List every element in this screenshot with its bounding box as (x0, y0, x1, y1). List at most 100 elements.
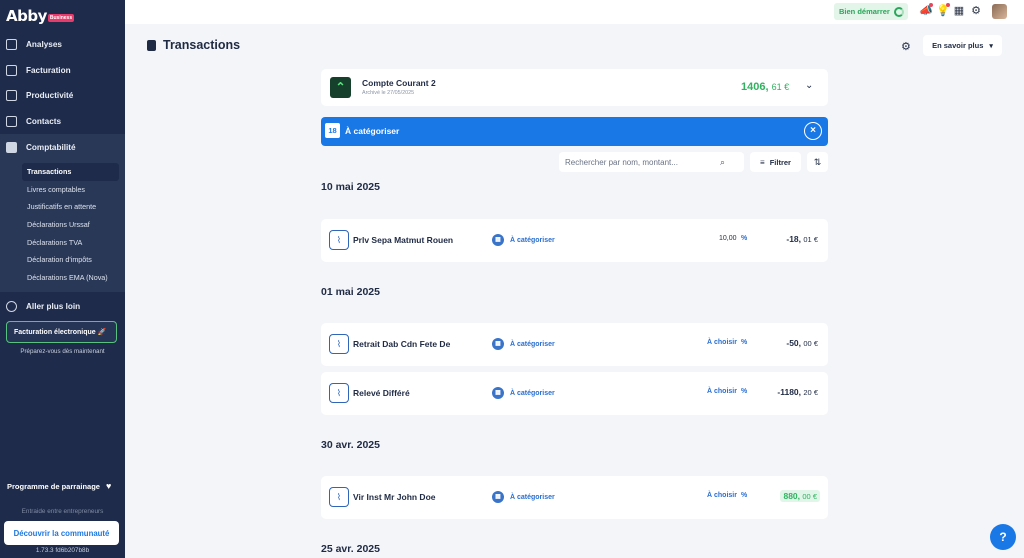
megaphone-icon[interactable]: 📣 (919, 3, 933, 17)
gear-icon[interactable]: ⚙ (970, 5, 982, 17)
account-balance: 1406, 61 € (741, 81, 789, 93)
vat-value[interactable]: 10,00 (719, 235, 737, 242)
logo[interactable]: Abby Business (6, 7, 75, 25)
transaction-row[interactable]: ⌇ Relevé Différé ▦ À catégoriser À chois… (321, 372, 828, 415)
community-subtitle: Entraide entre entrepreneurs (21, 508, 104, 515)
filter-button[interactable]: ≡ Filtrer (750, 152, 801, 172)
sidebar-item-comptabilite[interactable]: Comptabilité (0, 134, 125, 160)
rocket-icon (6, 301, 17, 313)
balance-integer: 1406, (741, 81, 769, 93)
categorize-filter-bar[interactable]: 18 À catégoriser × (321, 117, 828, 146)
transaction-row[interactable]: ⌇ Prlv Sepa Matmut Rouen ▦ À catégoriser… (321, 219, 828, 262)
close-icon[interactable]: × (804, 122, 822, 140)
category-label: À catégoriser (510, 340, 555, 348)
subnav-justificatifs[interactable]: Justificatifs en attente (0, 198, 125, 216)
paperclip-icon[interactable]: ⌇ (329, 487, 349, 507)
vat-selector[interactable]: À choisir (707, 388, 737, 395)
amount-integer: -1180, (777, 387, 802, 397)
sidebar-item-go-further[interactable]: Aller plus loin (0, 294, 125, 320)
lightbulb-icon[interactable]: 💡 (936, 3, 950, 17)
heart-icon: ♥ (105, 481, 112, 491)
transaction-label: Vir Inst Mr John Doe (353, 492, 436, 502)
page-title-text: Transactions (163, 38, 241, 52)
amount-decimal: 00 € (802, 492, 817, 501)
bank-logo-icon: ⌃ (330, 77, 351, 98)
topbar: Bien démarrer 📣 💡 ▦ ⚙ (125, 0, 1024, 24)
vat-percent: % (741, 235, 748, 242)
transaction-row[interactable]: ⌇ Retrait Dab Cdn Fete De ▦ À catégorise… (321, 323, 828, 366)
vat-percent: % (741, 492, 748, 499)
vat-percent: % (741, 388, 748, 395)
subnav-declarations-ema[interactable]: Déclarations EMA (Nova) (0, 269, 125, 287)
category-grid-icon: ▦ (492, 387, 504, 399)
sidebar-item-analyses[interactable]: Analyses (0, 32, 125, 58)
category-selector[interactable]: ▦ À catégoriser (492, 338, 555, 350)
sidebar-item-label: Contacts (26, 117, 62, 127)
category-selector[interactable]: ▦ À catégoriser (492, 387, 555, 399)
subnav-transactions[interactable]: Transactions (22, 162, 119, 181)
logo-text: Abby (6, 7, 47, 25)
category-selector[interactable]: ▦ À catégoriser (492, 491, 555, 503)
category-grid-icon: ▦ (492, 234, 504, 246)
subnav-declaration-impots[interactable]: Déclaration d'impôts (0, 251, 125, 269)
balance-decimal: 61 € (771, 82, 790, 92)
search-icon[interactable]: ⌕ (720, 157, 725, 168)
vat-selector[interactable]: À choisir (707, 339, 737, 346)
categorize-count: 18 (325, 123, 340, 138)
einvoice-button[interactable]: Facturation électronique 🚀 (6, 321, 117, 343)
date-group-heading: 10 mai 2025 (321, 181, 380, 193)
transaction-row[interactable]: ⌇ Vir Inst Mr John Doe ▦ À catégoriser À… (321, 476, 828, 519)
category-label: À catégoriser (510, 493, 555, 501)
get-started-label: Bien démarrer (839, 7, 890, 16)
sidebar-item-label: Aller plus loin (26, 302, 81, 312)
sidebar-item-facturation[interactable]: Facturation (0, 58, 125, 84)
account-card[interactable]: ⌃ Compte Courant 2 Archivé le 27/05/2025… (321, 69, 828, 106)
chevron-down-icon: ▾ (989, 42, 993, 50)
filter-label: Filtrer (769, 157, 791, 167)
subnav-livres-comptables[interactable]: Livres comptables (0, 181, 125, 199)
sort-icon[interactable]: ⇅ (807, 152, 828, 172)
sidebar-item-productivite[interactable]: Productivité (0, 83, 125, 109)
calendar-icon[interactable]: ▦ (953, 5, 965, 17)
calculator-icon (147, 39, 156, 51)
einvoice-subtitle: Préparez-vous dès maintenant (20, 348, 105, 355)
transaction-amount: -50, 00 € (786, 338, 818, 348)
contacts-icon (6, 116, 17, 128)
category-selector[interactable]: ▦ À catégoriser (492, 234, 555, 246)
avatar[interactable] (992, 4, 1007, 19)
progress-ring-icon (893, 6, 904, 17)
learn-more-button[interactable]: En savoir plus ▾ (923, 35, 1002, 56)
amount-decimal: 20 € (803, 388, 818, 397)
sidebar-nav: Analyses Facturation Productivité Contac… (0, 32, 125, 320)
discover-community-button[interactable]: Découvrir la communauté (4, 521, 119, 545)
date-group-heading: 25 avr. 2025 (321, 543, 380, 555)
search-input[interactable] (565, 157, 720, 167)
paperclip-icon[interactable]: ⌇ (329, 230, 349, 250)
paperclip-icon[interactable]: ⌇ (329, 334, 349, 354)
chevron-down-icon[interactable]: ⌄ (805, 80, 813, 91)
amount-integer: -18, (786, 234, 802, 244)
calculator-icon (6, 141, 17, 153)
notification-dot (946, 3, 950, 7)
date-group-heading: 30 avr. 2025 (321, 439, 380, 451)
referral-link[interactable]: Programme de parrainage ♥ (7, 481, 111, 491)
help-button[interactable]: ? (990, 524, 1016, 550)
sidebar-item-label: Analyses (26, 40, 62, 50)
category-label: À catégoriser (510, 389, 555, 397)
vat-percent: % (741, 339, 748, 346)
sidebar-item-contacts[interactable]: Contacts (0, 109, 125, 135)
categorize-label: À catégoriser (345, 126, 400, 136)
vat-selector[interactable]: À choisir (707, 492, 737, 499)
amount-integer: -50, (786, 338, 802, 348)
subnav-declarations-urssaf[interactable]: Déclarations Urssaf (0, 216, 125, 234)
page-title: Transactions (147, 38, 240, 52)
paperclip-icon[interactable]: ⌇ (329, 383, 349, 403)
get-started-button[interactable]: Bien démarrer (834, 3, 908, 20)
app-version: 1.73.3 fd6b207b8b (35, 547, 90, 554)
subnav-declarations-tva[interactable]: Déclarations TVA (0, 233, 125, 251)
transaction-amount: 880, 00 € (780, 490, 820, 502)
chart-icon (6, 39, 17, 51)
search-box[interactable]: ⌕ (559, 152, 744, 172)
settings-gear-icon[interactable]: ⚙ (901, 40, 911, 53)
account-subtitle: Archivé le 27/05/2025 (362, 90, 415, 96)
